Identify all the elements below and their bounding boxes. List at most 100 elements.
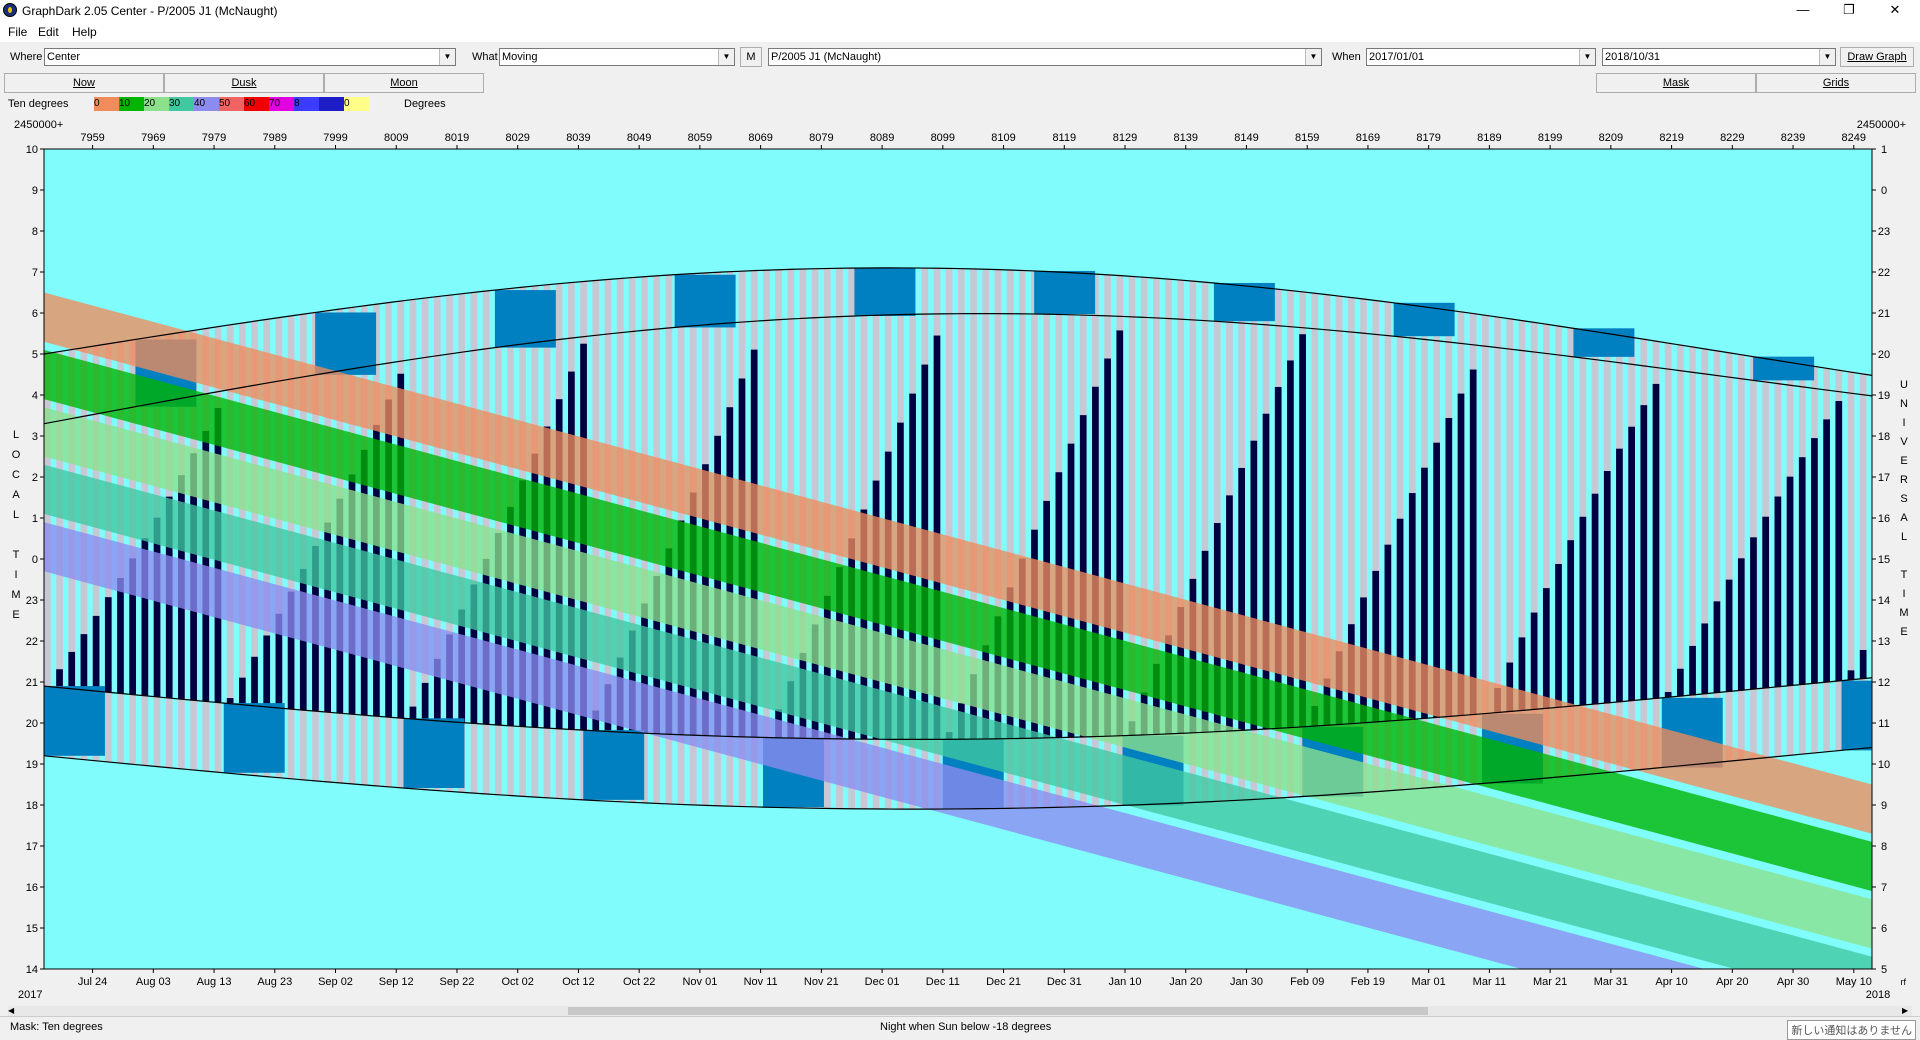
close-button[interactable]: ✕	[1872, 0, 1918, 22]
night-stripe	[1786, 476, 1794, 686]
date-tick-label: Nov 01	[682, 976, 717, 988]
right-hour-label: 14	[1878, 595, 1890, 607]
night-stripe	[1811, 438, 1818, 684]
where-label: Where	[10, 51, 43, 63]
jd-tick-label: 8019	[445, 132, 469, 144]
right-hour-label: 7	[1881, 882, 1887, 894]
moonlit-block	[854, 268, 916, 316]
twilight-stripe	[1737, 354, 1745, 761]
left-hour-label: 10	[26, 144, 38, 156]
jd-tick-label: 8179	[1416, 132, 1440, 144]
jd-tick-label: 7989	[263, 132, 287, 144]
status-mask: Mask: Ten degrees	[10, 1021, 103, 1033]
left-hour-label: 21	[26, 677, 38, 689]
moonlit-block	[44, 686, 105, 756]
dusk-button[interactable]: Dusk	[164, 73, 324, 93]
night-stripe	[1701, 623, 1709, 695]
mask-button[interactable]: Mask	[1596, 73, 1756, 93]
right-axis-title-letter: R	[1900, 474, 1908, 486]
toggle-bar: Now Dusk Moon Mask Grids	[0, 72, 1920, 94]
right-corner-label: rf	[1901, 977, 1907, 987]
jd-tick-label: 8239	[1781, 132, 1805, 144]
jd-tick-label: 8169	[1356, 132, 1380, 144]
left-hour-label: 2	[32, 472, 38, 484]
scroll-right-arrow[interactable]: ▶	[1902, 1006, 1912, 1016]
right-axis-title-letter: E	[1900, 455, 1907, 467]
night-stripe	[1823, 419, 1830, 683]
night-stripe	[56, 669, 63, 688]
left-axis-title-letter: M	[11, 589, 20, 601]
right-hour-label: 23	[1878, 226, 1890, 238]
darkness-graph[interactable]: 7959 Jul 24 7969 Aug 03 7979 Aug 13 7989 Aug 23…	[0, 114, 1920, 1004]
date-tick-label: Jan 10	[1108, 976, 1141, 988]
status-bar: Mask: Ten degrees Night when Sun below -…	[0, 1016, 1920, 1040]
jd-tick-label: 8069	[748, 132, 772, 144]
night-stripe	[1469, 369, 1477, 715]
menu-edit[interactable]: Edit	[38, 25, 59, 39]
jd-tick-label: 8159	[1295, 132, 1319, 144]
night-stripe	[263, 635, 271, 707]
left-hour-label: 16	[26, 882, 38, 894]
minimize-button[interactable]: —	[1780, 0, 1826, 22]
right-hour-label: 1	[1881, 144, 1887, 156]
jd-tick-label: 7969	[141, 132, 165, 144]
jd-tick-label: 8049	[627, 132, 651, 144]
right-hour-label: 22	[1878, 267, 1890, 279]
right-hour-label: 11	[1878, 718, 1889, 730]
night-stripe	[1640, 405, 1648, 700]
legend-swatch: 20	[144, 97, 169, 111]
now-button[interactable]: Now	[4, 73, 164, 93]
night-stripe	[421, 682, 429, 720]
horizontal-scrollbar[interactable]: ◀ ▶	[8, 1006, 1912, 1016]
grids-button[interactable]: Grids	[1756, 73, 1916, 93]
menu-bar: File Edit Help	[0, 22, 1920, 42]
jd-tick-label: 8199	[1538, 132, 1562, 144]
moonlit-block	[1393, 302, 1455, 337]
moonlit-block	[1034, 270, 1096, 315]
jd-tick-label: 8119	[1052, 132, 1076, 144]
restore-button[interactable]: ❐	[1826, 0, 1872, 22]
right-axis-title-letter: V	[1900, 436, 1908, 448]
menu-help[interactable]: Help	[72, 25, 97, 39]
legend-swatch	[319, 97, 344, 111]
jd-tick-label: 8149	[1234, 132, 1258, 144]
scroll-left-arrow[interactable]: ◀	[8, 1006, 18, 1016]
right-hour-label: 6	[1881, 923, 1887, 935]
left-axis-title-letter: A	[12, 489, 20, 501]
night-stripe	[1591, 493, 1599, 705]
end-date-select[interactable]: 2018/10/31 ▼	[1602, 48, 1836, 66]
right-hour-label: 18	[1878, 431, 1890, 443]
night-stripe	[1774, 496, 1782, 688]
night-stripe	[1859, 649, 1867, 679]
what-select[interactable]: Moving ▼	[499, 48, 735, 66]
m-button[interactable]: M	[740, 47, 762, 67]
when-label: When	[1332, 51, 1361, 63]
right-axis-title-letter: N	[1900, 398, 1908, 410]
right-axis-title-letter: L	[1901, 531, 1907, 543]
object-select[interactable]: P/2005 J1 (McNaught) ▼	[768, 48, 1322, 66]
night-stripe	[1616, 448, 1623, 703]
left-hour-label: 3	[32, 431, 38, 443]
moonlit-block	[315, 312, 377, 375]
graph-canvas: 7959Jul 247969Aug 037979Aug 137989Aug 23…	[11, 119, 1908, 1001]
left-axis-title-letter: T	[13, 549, 20, 561]
where-select[interactable]: Center ▼	[44, 48, 456, 66]
night-stripe	[1274, 386, 1282, 729]
jd-tick-label: 8209	[1599, 132, 1623, 144]
night-stripe	[104, 597, 112, 692]
object-value: P/2005 J1 (McNaught)	[771, 51, 882, 63]
right-axis-title-letter: S	[1900, 493, 1907, 505]
chevron-down-icon: ▼	[1305, 49, 1321, 65]
draw-graph-button[interactable]: Draw Graph	[1840, 47, 1914, 67]
night-stripe	[1603, 471, 1611, 704]
right-hour-label: 16	[1878, 513, 1890, 525]
date-tick-label: Sep 02	[318, 976, 353, 988]
what-value: Moving	[502, 51, 538, 63]
start-date-select[interactable]: 2017/01/01 ▼	[1366, 48, 1596, 66]
app-icon	[3, 3, 17, 17]
toolbar: Where Center ▼ What Moving ▼ M P/2005 J1…	[0, 45, 1920, 71]
left-hour-label: 5	[32, 349, 38, 361]
menu-file[interactable]: File	[8, 25, 27, 39]
moon-button[interactable]: Moon	[324, 73, 484, 93]
scroll-thumb[interactable]	[568, 1007, 1428, 1015]
